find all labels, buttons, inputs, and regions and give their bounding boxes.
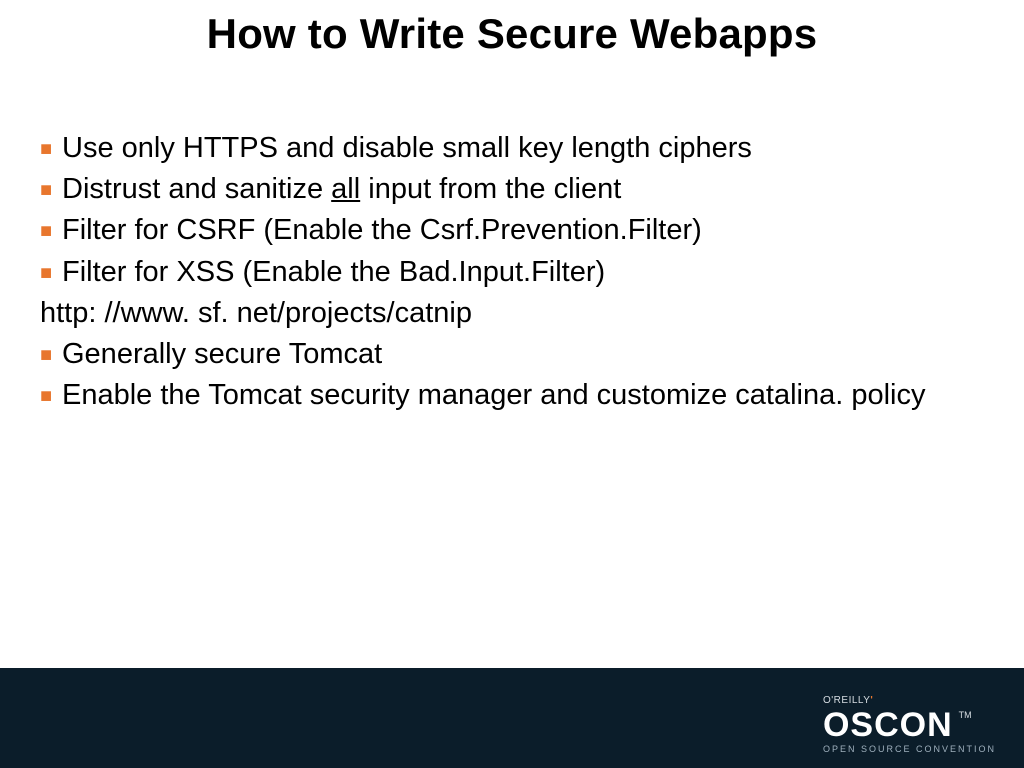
brand-block: O'REILLY' OSCON TM OPEN SOURCE CONVENTIO…: [823, 695, 996, 754]
bullet-text: Filter for XSS (Enable the Bad.Input.Fil…: [62, 256, 605, 288]
bullet-icon: ■: [40, 176, 62, 204]
brand-row: OSCON TM: [823, 708, 996, 742]
bullet-item: ■Enable the Tomcat security manager and …: [40, 375, 964, 416]
trademark-label: TM: [959, 710, 972, 720]
bullet-icon: ■: [40, 259, 62, 287]
tick-icon: ': [870, 695, 873, 706]
footer-bar: O'REILLY' OSCON TM OPEN SOURCE CONVENTIO…: [0, 668, 1024, 768]
bullet-text-em: all: [331, 173, 360, 205]
slide: How to Write Secure Webapps ■Use only HT…: [0, 0, 1024, 768]
bullet-item: ■Filter for CSRF (Enable the Csrf.Preven…: [40, 210, 964, 251]
bullet-item: ■Use only HTTPS and disable small key le…: [40, 128, 964, 169]
bullet-text: Enable the Tomcat security manager and c…: [62, 379, 925, 411]
bullet-text-post: input from the client: [360, 173, 621, 205]
conference-tagline: OPEN SOURCE CONVENTION: [823, 744, 996, 754]
plain-text-line: http: //www. sf. net/projects/catnip: [40, 293, 964, 334]
bullet-text: Use only HTTPS and disable small key len…: [62, 132, 752, 164]
bullet-item: ■Generally secure Tomcat: [40, 334, 964, 375]
bullet-item: ■Distrust and sanitize all input from th…: [40, 169, 964, 210]
bullet-item: ■Filter for XSS (Enable the Bad.Input.Fi…: [40, 252, 964, 293]
bullet-icon: ■: [40, 382, 62, 410]
bullet-text: Filter for CSRF (Enable the Csrf.Prevent…: [62, 214, 702, 246]
bullet-text-pre: Distrust and sanitize: [62, 173, 331, 205]
bullet-icon: ■: [40, 341, 62, 369]
bullet-text: Generally secure Tomcat: [62, 338, 382, 370]
bullet-icon: ■: [40, 217, 62, 245]
publisher-label: O'REILLY': [823, 695, 996, 706]
publisher-text: O'REILLY: [823, 695, 870, 706]
slide-title: How to Write Secure Webapps: [0, 10, 1024, 58]
bullet-icon: ■: [40, 135, 62, 163]
slide-body: ■Use only HTTPS and disable small key le…: [40, 128, 964, 416]
conference-name: OSCON: [823, 708, 953, 742]
